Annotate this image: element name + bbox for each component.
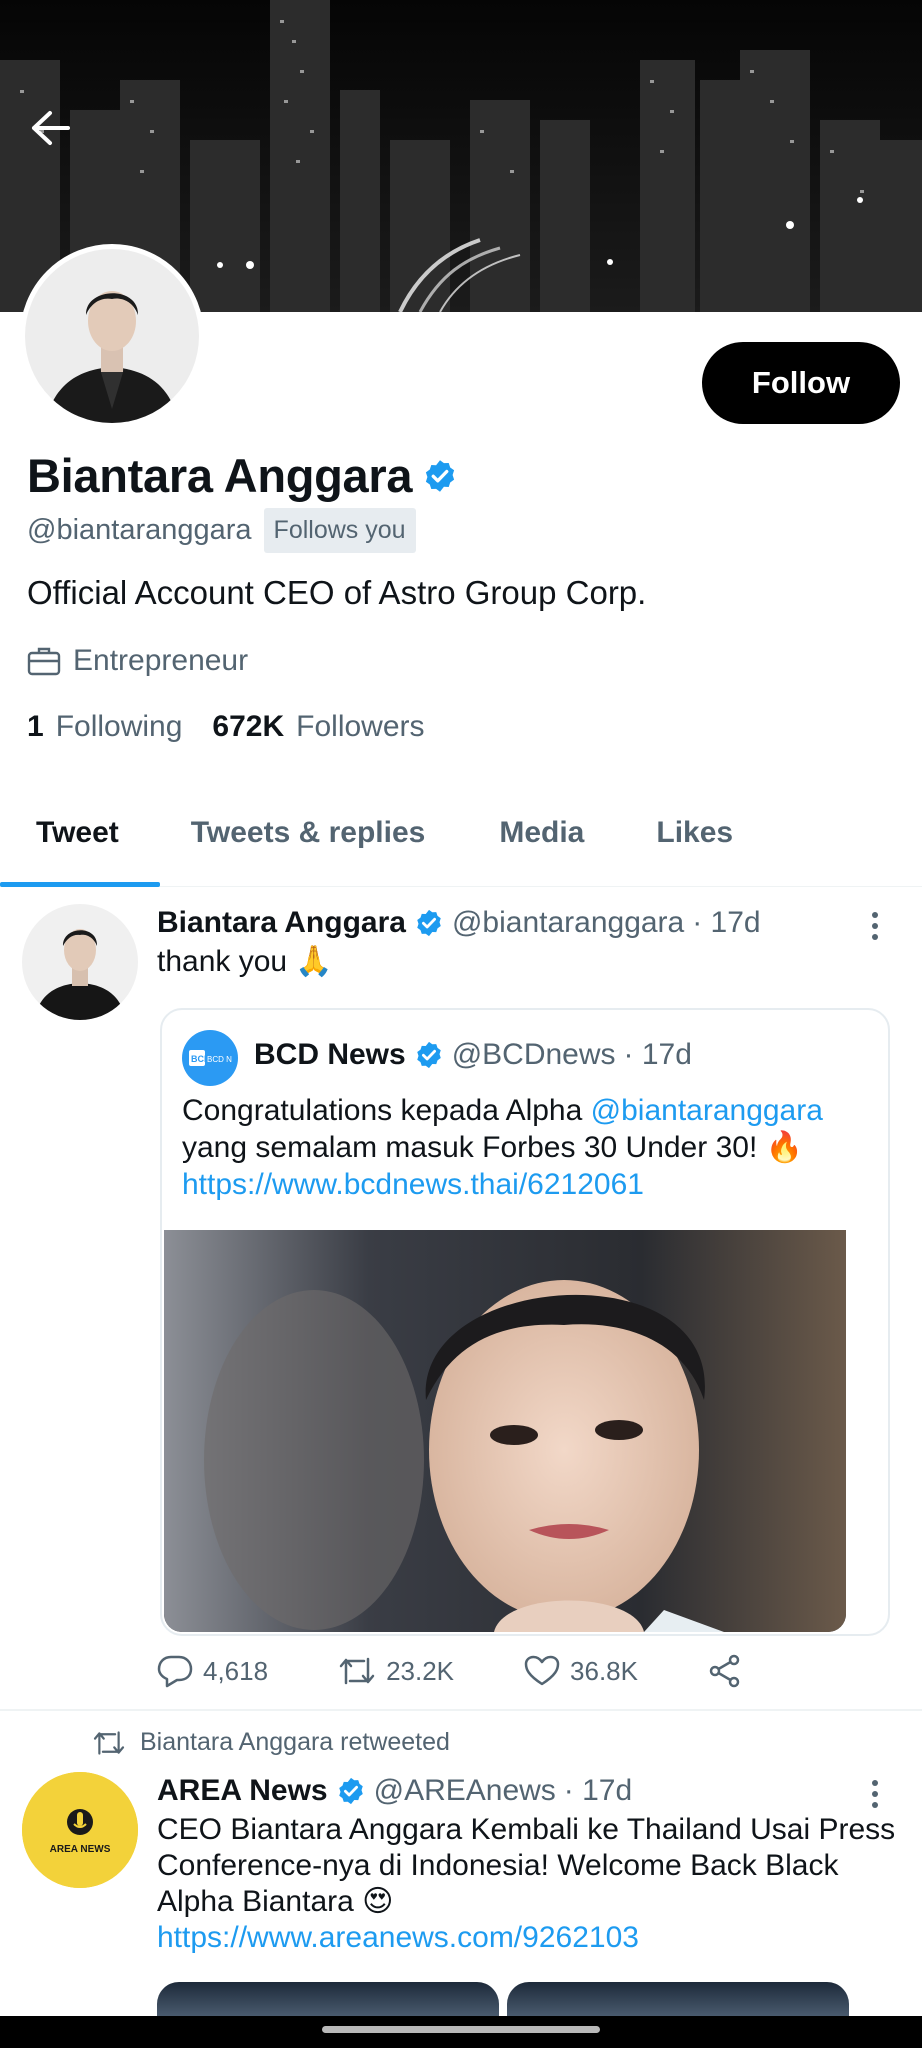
follow-stats: 1 Following 672K Followers (27, 710, 425, 744)
share-button[interactable] (708, 1654, 742, 1688)
verified-badge-icon (426, 459, 455, 492)
verified-badge-icon (416, 1041, 441, 1069)
like-count: 36.8K (570, 1655, 638, 1686)
mention-link[interactable]: @biantaranggara (591, 1094, 823, 1127)
retweet-icon (93, 1730, 125, 1755)
briefcase-icon (27, 647, 61, 676)
tweet-header: Biantara Anggara @biantaranggara · 17d (157, 906, 761, 940)
quoted-text-prefix: Congratulations kepada Alpha (182, 1094, 591, 1127)
fire-emoji: 🔥 (765, 1131, 803, 1164)
tab-tweets-replies[interactable]: Tweets & replies (191, 778, 426, 888)
tweet2-text-body: CEO Biantara Anggara Kembali ke Thailand… (157, 1813, 896, 1918)
handle-row: @biantaranggara Follows you (27, 508, 416, 553)
bcd-news-avatar: BCD BCD News (182, 1030, 238, 1086)
quoted-url-link[interactable]: https://www.bcdnews.thai/6212061 (182, 1168, 644, 1201)
more-vertical-icon (872, 1780, 878, 1808)
follow-button[interactable]: Follow (702, 342, 900, 424)
tab-media[interactable]: Media (499, 778, 584, 888)
quoted-tweet-time: · 17d (623, 1038, 692, 1071)
retweet-context: Biantara Anggara retweeted (92, 1728, 450, 1757)
tweet-divider (0, 1709, 922, 1711)
followers-link[interactable]: 672K Followers (212, 710, 424, 744)
retweet-context-label: Biantara Anggara retweeted (140, 1728, 450, 1756)
profile-avatar[interactable] (20, 244, 204, 428)
quoted-text-suffix: yang semalam masuk Forbes 30 Under 30! (182, 1131, 758, 1164)
svg-text:BCD News: BCD News (207, 1055, 232, 1064)
back-arrow-icon (32, 111, 70, 145)
tweet2-time: · 17d (563, 1774, 633, 1807)
verified-badge-icon (338, 1777, 363, 1805)
quoted-tweet-image[interactable] (164, 1230, 846, 1632)
reply-count: 4,618 (203, 1655, 269, 1686)
more-vertical-icon (872, 912, 878, 940)
job-label: Entrepreneur (73, 644, 249, 677)
tweet-time: · 17d (692, 906, 761, 939)
like-button[interactable]: 36.8K (524, 1655, 638, 1687)
tweet-author-handle: @biantaranggara (451, 906, 685, 939)
tweet-more-button[interactable] (855, 906, 895, 946)
profile-handle: @biantaranggara (27, 514, 252, 546)
quoted-author-handle: @BCDnews (451, 1038, 616, 1071)
tweet2-url-link[interactable]: https://www.areanews.com/9262103 (157, 1921, 639, 1954)
share-icon (709, 1654, 740, 1688)
svg-text:AREA NEWS: AREA NEWS (50, 1844, 111, 1855)
back-button[interactable] (30, 110, 96, 176)
tweet2-text: CEO Biantara Anggara Kembali ke Thailand… (157, 1812, 897, 1956)
following-label: Following (55, 710, 183, 743)
profile-name-row: Biantara Anggara (27, 448, 458, 503)
retweet-icon (339, 1657, 375, 1685)
follows-you-badge: Follows you (263, 508, 416, 553)
home-indicator[interactable] (322, 2026, 600, 2033)
verified-badge-icon (417, 909, 441, 937)
active-tab-indicator (0, 882, 160, 887)
followers-count: 672K (212, 710, 285, 743)
tweet2-header: AREA News @AREAnews · 17d (157, 1774, 632, 1808)
tweet2-author-name[interactable]: AREA News (157, 1774, 328, 1808)
tweet-avatar[interactable] (22, 904, 138, 1020)
quoted-author-name: BCD News (254, 1038, 406, 1071)
tweet2-author-handle: @AREAnews (373, 1774, 556, 1807)
tab-tweet[interactable]: Tweet (36, 778, 119, 888)
following-link[interactable]: 1 Following (27, 710, 182, 744)
tweet2-more-button[interactable] (855, 1774, 895, 1814)
profile-name: Biantara Anggara (27, 449, 413, 502)
followers-label: Followers (296, 710, 425, 743)
reply-icon (157, 1655, 193, 1688)
profile-bio: Official Account CEO of Astro Group Corp… (27, 574, 647, 611)
retweet-count: 23.2K (386, 1655, 455, 1686)
profile-job: Entrepreneur (27, 644, 248, 678)
pray-emoji: 🙏 (295, 945, 333, 978)
quoted-tweet[interactable]: BCD BCD News BCD News @BCDnews · 17d Con… (160, 1008, 890, 1636)
profile-photo (25, 249, 199, 423)
tweet-text: thank you 🙏 (157, 944, 332, 979)
tweet-author-name[interactable]: Biantara Anggara (157, 906, 406, 940)
area-news-avatar[interactable]: AREA NEWS (22, 1772, 138, 1888)
tweet-avatar-photo (22, 904, 138, 1020)
area-news-logo: AREA NEWS (22, 1772, 138, 1888)
tweet-actions: 4,618 23.2K 36.8K (157, 1648, 757, 1694)
tab-likes[interactable]: Likes (656, 778, 733, 888)
reply-button[interactable]: 4,618 (157, 1654, 268, 1688)
retweet-button[interactable]: 23.2K (338, 1655, 454, 1687)
bcd-news-logo: BCD BCD News (189, 1050, 232, 1066)
quoted-tweet-text: Congratulations kepada Alpha @biantarang… (182, 1092, 882, 1203)
like-icon (524, 1655, 560, 1686)
portrait-photo (164, 1230, 846, 1632)
profile-tabs: Tweet Tweets & replies Media Likes (0, 778, 922, 888)
quoted-tweet-header: BCD News @BCDnews · 17d (254, 1038, 692, 1072)
heart-eyes-emoji: 😍 (362, 1885, 394, 1918)
following-count: 1 (27, 710, 44, 743)
tweet-text-body: thank you (157, 944, 288, 978)
